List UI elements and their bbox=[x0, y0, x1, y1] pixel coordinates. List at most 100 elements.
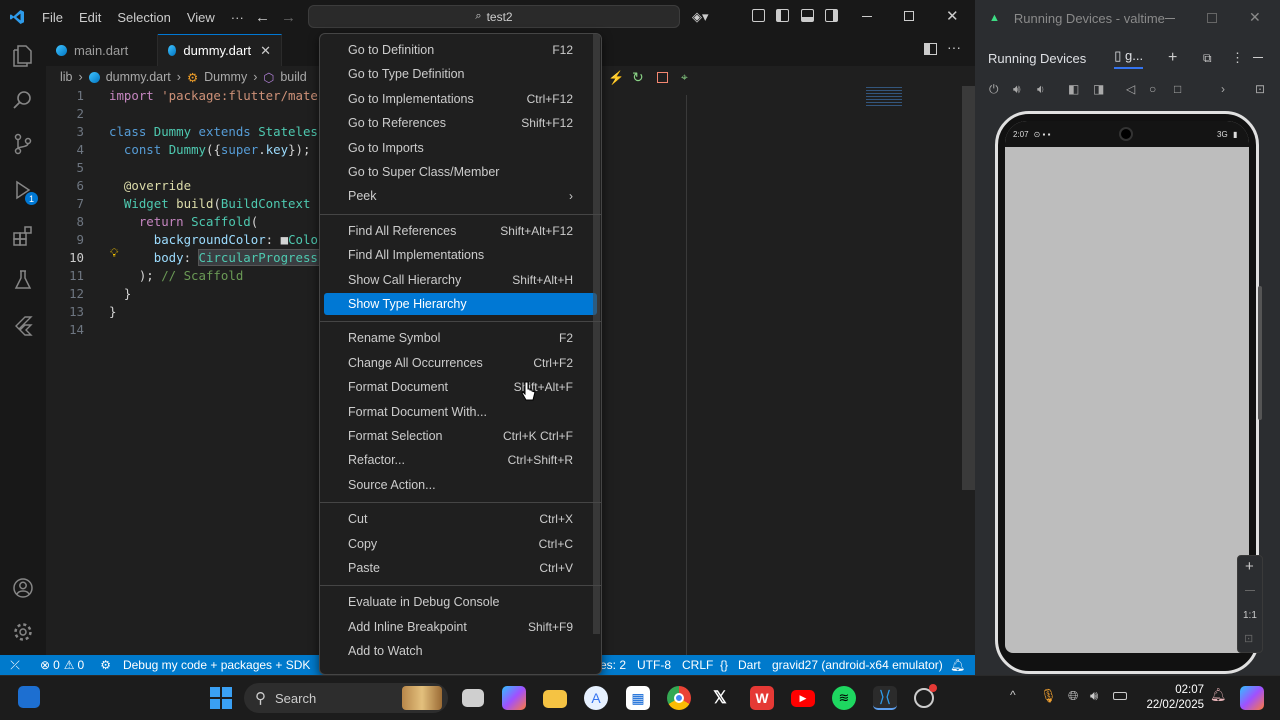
menu-item-find-all-implementations[interactable]: Find All Implementations bbox=[324, 244, 597, 266]
end-of-line[interactable]: CRLF bbox=[682, 658, 713, 672]
youtube-icon[interactable]: ▶ bbox=[791, 690, 815, 707]
menu-edit[interactable]: Edit bbox=[71, 10, 109, 25]
panel-options-icon[interactable]: ⋮ bbox=[1231, 50, 1244, 66]
debug-config-label[interactable]: Debug my code + packages + SDK bbox=[123, 658, 310, 672]
hot-reload-icon[interactable]: ⚡ bbox=[608, 70, 624, 86]
store-icon[interactable]: ▦ bbox=[626, 686, 650, 710]
menu-item-refactor[interactable]: Refactor... Ctrl+Shift+R bbox=[324, 449, 597, 471]
rotate-right-icon[interactable]: ◨ bbox=[1093, 82, 1104, 96]
devtools-icon[interactable]: ⌖ bbox=[681, 70, 688, 85]
rotate-left-icon[interactable]: ◧ bbox=[1068, 82, 1079, 96]
x-app-icon[interactable]: 𝕏 bbox=[708, 686, 732, 710]
menu-item-source-action[interactable]: Source Action... bbox=[324, 474, 597, 496]
breadcrumb-method[interactable]: build bbox=[280, 70, 306, 84]
start-button-icon[interactable] bbox=[210, 687, 232, 709]
copilot-tray-icon[interactable] bbox=[1240, 686, 1264, 710]
more-toolbar-icon[interactable]: › bbox=[1221, 82, 1225, 96]
debug-config-icon[interactable]: ⚙ bbox=[100, 658, 111, 672]
editor-scrollbar[interactable] bbox=[962, 86, 976, 490]
maximize-icon[interactable] bbox=[904, 11, 914, 21]
menu-item-format-document[interactable]: Format Document Shift+Alt+F bbox=[324, 376, 597, 398]
source-control-icon[interactable] bbox=[11, 132, 35, 156]
settings-gear-icon[interactable] bbox=[11, 620, 35, 644]
explorer-icon[interactable] bbox=[11, 44, 35, 68]
remote-icon[interactable]: ⤫ bbox=[0, 658, 30, 673]
menu-item-show-call-hierarchy[interactable]: Show Call Hierarchy Shift+Alt+H bbox=[324, 269, 597, 291]
menu-item-peek[interactable]: Peek › bbox=[324, 185, 597, 207]
emulator-side-scrollbar[interactable] bbox=[1258, 286, 1262, 420]
warning-icon[interactable]: ⚠ bbox=[64, 658, 75, 672]
show-hidden-icons[interactable]: ^ bbox=[1010, 688, 1016, 702]
command-center-search[interactable]: ⌕ test2 bbox=[308, 5, 680, 28]
spotify-icon[interactable]: ≋ bbox=[832, 686, 856, 710]
copilot-icon[interactable]: ◈▾ bbox=[692, 9, 709, 25]
home-button-icon[interactable]: ○ bbox=[1149, 82, 1156, 96]
volume-up-icon[interactable]: 🔊︎ bbox=[1013, 82, 1021, 97]
vscode-taskbar-icon[interactable]: ⟩⟨ bbox=[873, 686, 897, 710]
add-device-icon[interactable]: + bbox=[1168, 49, 1177, 67]
clock[interactable]: 02:07 22/02/2025 bbox=[1140, 683, 1204, 713]
back-button-icon[interactable]: ◁ bbox=[1126, 82, 1135, 96]
hot-restart-icon[interactable]: ↻ bbox=[632, 69, 644, 86]
widgets-icon[interactable] bbox=[18, 686, 40, 708]
device-manager-icon[interactable]: ⧉ bbox=[1203, 51, 1212, 66]
flutter-icon[interactable] bbox=[11, 314, 35, 338]
forward-arrow-icon[interactable]: → bbox=[281, 9, 296, 26]
zoom-out-icon[interactable] bbox=[1245, 590, 1255, 591]
menu-item-paste[interactable]: Paste Ctrl+V bbox=[324, 557, 597, 579]
extensions-icon[interactable] bbox=[11, 224, 35, 248]
menu-item-go-to-super-class-member[interactable]: Go to Super Class/Member bbox=[324, 161, 597, 183]
volume-icon[interactable]: 🔊︎ bbox=[1090, 688, 1098, 704]
volume-down-icon[interactable]: 🔉︎ bbox=[1037, 82, 1045, 97]
taskbar-search[interactable]: ⚲ Search bbox=[244, 683, 448, 713]
menu-item-go-to-definition[interactable]: Go to Definition F12 bbox=[324, 39, 597, 61]
more-actions-icon[interactable]: ··· bbox=[947, 39, 961, 55]
network-globe-icon[interactable]: 🌐︎ bbox=[1068, 688, 1078, 704]
back-arrow-icon[interactable]: ← bbox=[255, 9, 270, 26]
menu-file[interactable]: File bbox=[34, 10, 71, 25]
menu-item-copy[interactable]: Copy Ctrl+C bbox=[324, 533, 597, 555]
menu-item-go-to-references[interactable]: Go to References Shift+F12 bbox=[324, 112, 597, 134]
emu-maximize-icon[interactable] bbox=[1207, 13, 1217, 23]
device-tab[interactable]: ▯ g... bbox=[1114, 48, 1144, 69]
zoom-in-icon[interactable]: + bbox=[1245, 558, 1254, 575]
run-debug-icon[interactable]: 1 bbox=[11, 178, 38, 205]
menu-item-rename-symbol[interactable]: Rename Symbol F2 bbox=[324, 327, 597, 349]
menu-item-cut[interactable]: Cut Ctrl+X bbox=[324, 508, 597, 530]
minimize-icon[interactable] bbox=[862, 16, 872, 17]
minimap[interactable] bbox=[866, 87, 902, 107]
task-view-icon[interactable] bbox=[462, 689, 484, 707]
toggle-secondary-sidebar-icon[interactable] bbox=[825, 9, 838, 22]
error-icon[interactable]: ⊗ bbox=[40, 658, 50, 672]
android-studio-icon[interactable]: A bbox=[584, 686, 608, 710]
emu-minimize-icon[interactable] bbox=[1165, 18, 1175, 19]
overview-button-icon[interactable]: □ bbox=[1174, 82, 1181, 96]
toggle-sidebar-icon[interactable] bbox=[776, 9, 789, 22]
menu-selection[interactable]: Selection bbox=[109, 10, 178, 25]
wps-office-icon[interactable]: W bbox=[750, 686, 774, 710]
menu-view[interactable]: View bbox=[179, 10, 223, 25]
zoom-actual-size[interactable]: 1:1 bbox=[1243, 610, 1257, 621]
tab-dummy-dart[interactable]: dummy.dart ✕ bbox=[158, 34, 282, 66]
device-selector[interactable]: gravid27 (android-x64 emulator) bbox=[772, 658, 943, 672]
phone-screen[interactable]: 2:07 ⊙ ▪ ▪ 3G ▮ bbox=[1005, 121, 1249, 653]
lightbulb-icon[interactable]: 💡︎ bbox=[110, 246, 118, 261]
screenshot-icon[interactable]: ⊡ bbox=[1255, 82, 1265, 96]
menu-item-add-inline-breakpoint[interactable]: Add Inline Breakpoint Shift+F9 bbox=[324, 616, 597, 638]
power-icon[interactable]: ⏻ bbox=[989, 82, 999, 97]
panel-hide-icon[interactable] bbox=[1253, 57, 1263, 58]
menu-more[interactable]: ··· bbox=[223, 10, 252, 25]
menu-item-go-to-type-definition[interactable]: Go to Type Definition bbox=[324, 63, 597, 85]
menu-item-format-document-with[interactable]: Format Document With... bbox=[324, 401, 597, 423]
menu-item-go-to-imports[interactable]: Go to Imports bbox=[324, 137, 597, 159]
split-editor-icon[interactable] bbox=[924, 43, 937, 55]
breadcrumb-class[interactable]: Dummy bbox=[204, 70, 247, 84]
notification-bell-icon[interactable]: 🔔︎ bbox=[1210, 687, 1227, 703]
toggle-panel-icon[interactable] bbox=[801, 9, 814, 22]
tab-main-dart[interactable]: main.dart bbox=[46, 34, 158, 66]
menu-item-format-selection[interactable]: Format Selection Ctrl+K Ctrl+F bbox=[324, 425, 597, 447]
zoom-fit-icon[interactable]: ⊡ bbox=[1244, 632, 1253, 645]
encoding[interactable]: UTF-8 bbox=[637, 658, 671, 672]
menu-item-evaluate-in-debug-console[interactable]: Evaluate in Debug Console bbox=[324, 591, 597, 613]
stop-icon[interactable] bbox=[657, 72, 668, 83]
